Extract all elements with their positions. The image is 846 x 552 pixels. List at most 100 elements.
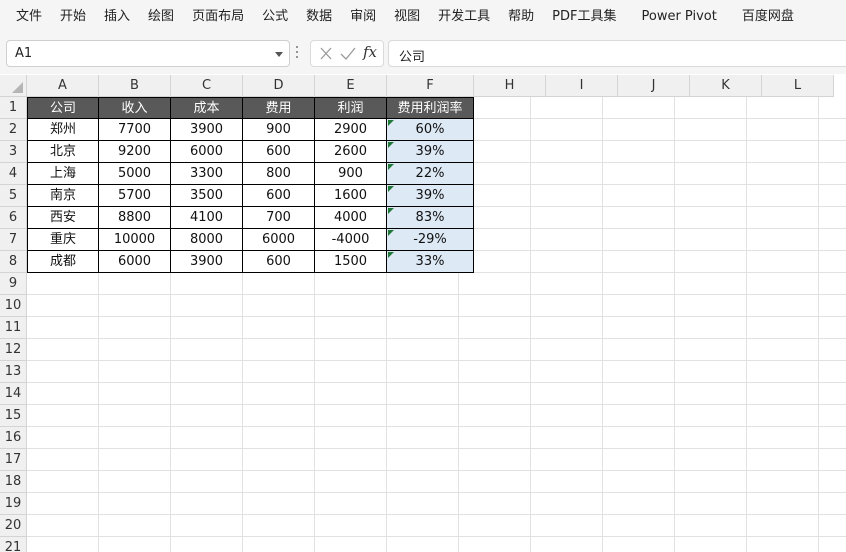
column-header[interactable]: H bbox=[474, 75, 546, 97]
table-cell[interactable]: 上海 bbox=[27, 162, 99, 185]
row-header[interactable]: 16 bbox=[0, 427, 27, 449]
menu-item[interactable]: 开始 bbox=[51, 0, 95, 34]
column-header[interactable]: I bbox=[546, 75, 618, 97]
table-cell[interactable]: 6000 bbox=[170, 140, 243, 163]
table-cell[interactable]: 西安 bbox=[27, 206, 99, 229]
table-cell[interactable]: 4100 bbox=[170, 206, 243, 229]
column-header[interactable]: D bbox=[243, 75, 315, 97]
table-cell[interactable]: 5700 bbox=[98, 184, 171, 207]
percent-cell[interactable]: 39% bbox=[386, 140, 474, 163]
table-cell[interactable]: 北京 bbox=[27, 140, 99, 163]
row-header[interactable]: 11 bbox=[0, 317, 27, 339]
table-cell[interactable]: 2600 bbox=[314, 140, 387, 163]
table-cell[interactable]: 8800 bbox=[98, 206, 171, 229]
percent-cell[interactable]: 22% bbox=[386, 162, 474, 185]
column-header[interactable]: E bbox=[315, 75, 387, 97]
row-header[interactable]: 20 bbox=[0, 515, 27, 537]
menu-item[interactable]: 开发工具 bbox=[429, 0, 499, 34]
table-cell[interactable]: 6000 bbox=[242, 228, 315, 251]
worksheet-grid[interactable]: A B C D E F H I J K L 1 2 3 4 5 6 7 8 9 10 11 12 13 14 15 16 17 18 19… bbox=[0, 75, 846, 552]
percent-cell[interactable]: 60% bbox=[386, 118, 474, 141]
table-cell[interactable]: 900 bbox=[242, 118, 315, 141]
row-header[interactable]: 10 bbox=[0, 295, 27, 317]
table-cell[interactable]: 8000 bbox=[170, 228, 243, 251]
row-header[interactable]: 17 bbox=[0, 449, 27, 471]
select-all-button[interactable] bbox=[0, 75, 27, 97]
table-cell[interactable]: 9200 bbox=[98, 140, 171, 163]
row-header[interactable]: 2 bbox=[0, 119, 27, 141]
table-cell[interactable]: 5000 bbox=[98, 162, 171, 185]
table-cell[interactable]: 郑州 bbox=[27, 118, 99, 141]
chevron-down-icon[interactable] bbox=[275, 52, 283, 57]
percent-cell[interactable]: 33% bbox=[386, 250, 474, 273]
column-header[interactable]: A bbox=[27, 75, 99, 97]
column-header[interactable]: C bbox=[171, 75, 243, 97]
row-header[interactable]: 3 bbox=[0, 141, 27, 163]
table-cell[interactable]: 重庆 bbox=[27, 228, 99, 251]
table-cell[interactable]: 1500 bbox=[314, 250, 387, 273]
table-cell[interactable]: 成都 bbox=[27, 250, 99, 273]
table-cell[interactable]: 6000 bbox=[98, 250, 171, 273]
table-header-cell[interactable]: 收入 bbox=[98, 97, 171, 119]
menu-item[interactable]: 数据 bbox=[297, 0, 341, 34]
menu-item[interactable]: Power Pivot bbox=[626, 0, 733, 34]
row-header[interactable]: 8 bbox=[0, 251, 27, 273]
menu-item[interactable]: 公式 bbox=[253, 0, 297, 34]
row-header[interactable]: 13 bbox=[0, 361, 27, 383]
table-cell[interactable]: 600 bbox=[242, 250, 315, 273]
table-cell[interactable]: 10000 bbox=[98, 228, 171, 251]
menu-item[interactable]: 页面布局 bbox=[183, 0, 253, 34]
table-cell[interactable]: -4000 bbox=[314, 228, 387, 251]
table-header-cell[interactable]: 费用利润率 bbox=[386, 97, 474, 119]
percent-cell[interactable]: -29% bbox=[386, 228, 474, 251]
menu-item[interactable]: 视图 bbox=[385, 0, 429, 34]
menu-item[interactable]: 百度网盘 bbox=[733, 0, 803, 34]
formula-input[interactable]: 公司 bbox=[388, 40, 846, 67]
row-header[interactable]: 7 bbox=[0, 229, 27, 251]
table-cell[interactable]: 3500 bbox=[170, 184, 243, 207]
table-cell[interactable]: 600 bbox=[242, 184, 315, 207]
percent-cell[interactable]: 39% bbox=[386, 184, 474, 207]
menu-item[interactable]: 审阅 bbox=[341, 0, 385, 34]
table-cell[interactable]: 600 bbox=[242, 140, 315, 163]
table-header-cell[interactable]: 成本 bbox=[170, 97, 243, 119]
table-cell[interactable]: 1600 bbox=[314, 184, 387, 207]
table-header-cell[interactable]: 公司 bbox=[27, 97, 99, 119]
row-header[interactable]: 4 bbox=[0, 163, 27, 185]
table-cell[interactable]: 3900 bbox=[170, 250, 243, 273]
row-header[interactable]: 15 bbox=[0, 405, 27, 427]
table-cell[interactable]: 7700 bbox=[98, 118, 171, 141]
row-header[interactable]: 5 bbox=[0, 185, 27, 207]
table-header-cell[interactable]: 费用 bbox=[242, 97, 315, 119]
menu-item[interactable]: 绘图 bbox=[139, 0, 183, 34]
menu-item[interactable]: 插入 bbox=[95, 0, 139, 34]
check-icon[interactable] bbox=[338, 45, 358, 63]
menu-item[interactable]: PDF工具集 bbox=[543, 0, 625, 34]
column-header[interactable]: K bbox=[690, 75, 762, 97]
menu-item[interactable]: 文件 bbox=[0, 0, 51, 34]
row-header[interactable]: 14 bbox=[0, 383, 27, 405]
table-cell[interactable]: 800 bbox=[242, 162, 315, 185]
table-cell[interactable]: 700 bbox=[242, 206, 315, 229]
row-header[interactable]: 21 bbox=[0, 537, 27, 552]
table-cell[interactable]: 南京 bbox=[27, 184, 99, 207]
column-header[interactable]: B bbox=[99, 75, 171, 97]
table-cell[interactable]: 2900 bbox=[314, 118, 387, 141]
table-cell[interactable]: 900 bbox=[314, 162, 387, 185]
row-header[interactable]: 6 bbox=[0, 207, 27, 229]
name-box[interactable]: A1 bbox=[6, 40, 290, 67]
column-header[interactable]: L bbox=[762, 75, 834, 97]
column-header[interactable]: J bbox=[618, 75, 690, 97]
column-header[interactable]: F bbox=[387, 75, 474, 97]
row-header[interactable]: 1 bbox=[0, 97, 27, 119]
table-cell[interactable]: 3300 bbox=[170, 162, 243, 185]
menu-item[interactable]: 帮助 bbox=[499, 0, 543, 34]
percent-cell[interactable]: 83% bbox=[386, 206, 474, 229]
table-header-cell[interactable]: 利润 bbox=[314, 97, 387, 119]
row-header[interactable]: 12 bbox=[0, 339, 27, 361]
row-header[interactable]: 19 bbox=[0, 493, 27, 515]
row-header[interactable]: 18 bbox=[0, 471, 27, 493]
formula-bar-grip-icon[interactable] bbox=[296, 46, 299, 60]
close-icon[interactable] bbox=[316, 45, 336, 63]
table-cell[interactable]: 4000 bbox=[314, 206, 387, 229]
